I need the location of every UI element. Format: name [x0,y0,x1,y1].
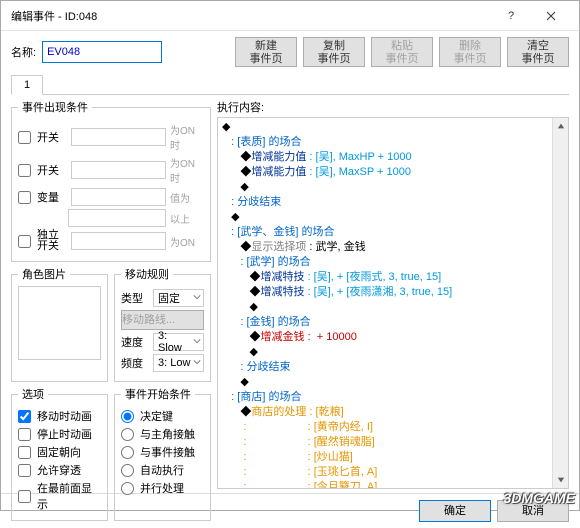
cond-switch1-check[interactable] [18,131,31,144]
exec-line[interactable]: ◆ [222,375,568,390]
exec-line[interactable]: ◆增减金钱 : + 10000 [222,330,568,345]
exec-line[interactable]: : [表质] 的场合 [222,135,568,150]
new-page-button[interactable]: 新建 事件页 [235,37,297,67]
exec-line[interactable]: ◆商店的处理 : [乾粮] [222,405,568,420]
help-button[interactable]: ? [491,1,531,31]
trig-player[interactable] [121,428,134,441]
exec-line[interactable]: : : [玉珧匕首, A] [222,465,568,480]
move-type-combo[interactable]: 固定 [153,289,204,307]
graphic-group: 角色图片 [11,266,108,382]
cond-self-check[interactable] [18,235,31,248]
exec-line[interactable]: ◆增减特技 : [吴], + [夜雨式, 3, true, 15] [222,270,568,285]
exec-line[interactable]: : : [醒然销魂脂] [222,435,568,450]
close-button[interactable] [531,1,571,31]
opt-fix-dir[interactable] [18,446,31,459]
move-route-button[interactable]: 移动路线... [121,310,204,330]
exec-line[interactable]: : 分歧结束 [222,360,568,375]
opt-stop-anim[interactable] [18,428,31,441]
exec-line[interactable]: ◆增减特技 : [吴], + [夜雨潇湘, 3, true, 15] [222,285,568,300]
move-group: 移动规则 类型 固定 移动路线... 速度 3: Slow 频度 3: Low [114,266,211,382]
exec-line[interactable]: ◆ [222,345,568,360]
exec-line[interactable]: ◆ [222,120,568,135]
cond-switch1-field[interactable] [71,128,166,146]
exec-line[interactable]: ◆显示选择项 : 武学, 金钱 [222,240,568,255]
exec-line[interactable]: ◆增减能力值 : [吴], MaxSP + 1000 [222,165,568,180]
copy-page-button[interactable]: 复制 事件页 [303,37,365,67]
paste-page-button[interactable]: 粘贴 事件页 [371,37,433,67]
ok-button[interactable]: 确定 [419,500,491,522]
scroll-down-icon[interactable] [553,472,568,488]
window-title: 编辑事件 - ID:048 [11,8,491,24]
opt-move-anim[interactable] [18,410,31,423]
tab-page-1[interactable]: 1 [11,75,43,95]
exec-line[interactable]: ◆ [222,210,568,225]
scroll-up-icon[interactable] [553,118,568,134]
opt-top[interactable] [18,490,31,503]
clear-page-button[interactable]: 清空 事件页 [507,37,569,67]
opt-through[interactable] [18,464,31,477]
scrollbar[interactable] [552,118,568,488]
trig-auto[interactable] [121,464,134,477]
conditions-legend: 事件出现条件 [18,99,92,115]
exec-label: 执行内容: [217,99,569,115]
exec-line[interactable]: : [金钱] 的场合 [222,315,568,330]
cond-var-check[interactable] [18,191,31,204]
trig-parallel[interactable] [121,482,134,495]
cond-var-field[interactable] [71,188,166,206]
exec-line[interactable]: ◆ [222,300,568,315]
exec-line[interactable]: : : [黄帝内经, I] [222,420,568,435]
delete-page-button[interactable]: 删除 事件页 [439,37,501,67]
options-group: 选项 移动时动画 停止时动画 固定朝向 允许穿透 在最前面显示 [11,386,108,521]
conditions-group: 事件出现条件 开关 为ON时 开关 为ON时 变量 值为 [11,99,211,262]
exec-line[interactable]: : [商店] 的场合 [222,390,568,405]
exec-line[interactable]: ◆ [222,180,568,195]
exec-line[interactable]: : : [炒山猫] [222,450,568,465]
exec-line[interactable]: : 分歧结束 [222,195,568,210]
exec-list[interactable]: ◆ : [表质] 的场合 ◆增减能力值 : [吴], MaxHP + 1000 … [217,117,569,489]
exec-line[interactable]: ◆增减能力值 : [吴], MaxHP + 1000 [222,150,568,165]
move-freq-combo[interactable]: 3: Low [153,354,204,372]
graphic-thumb[interactable] [18,286,101,360]
exec-line[interactable]: : [武学] 的场合 [222,255,568,270]
cond-self-field[interactable] [71,232,166,250]
exec-line[interactable]: : : [今月簪刀, A] [222,480,568,489]
cond-switch2-check[interactable] [18,164,31,177]
watermark: 3DMGAME [503,490,575,506]
cond-var-value-field[interactable] [68,209,166,227]
trig-event[interactable] [121,446,134,459]
trigger-group: 事件开始条件 决定键 与主角接触 与事件接触 自动执行 并行处理 [114,386,211,521]
exec-line[interactable]: : [武学、金钱] 的场合 [222,225,568,240]
move-speed-combo[interactable]: 3: Slow [153,333,204,351]
name-input[interactable] [42,41,162,63]
cond-switch2-field[interactable] [71,161,166,179]
name-label: 名称: [11,44,36,60]
trig-action[interactable] [121,410,134,423]
